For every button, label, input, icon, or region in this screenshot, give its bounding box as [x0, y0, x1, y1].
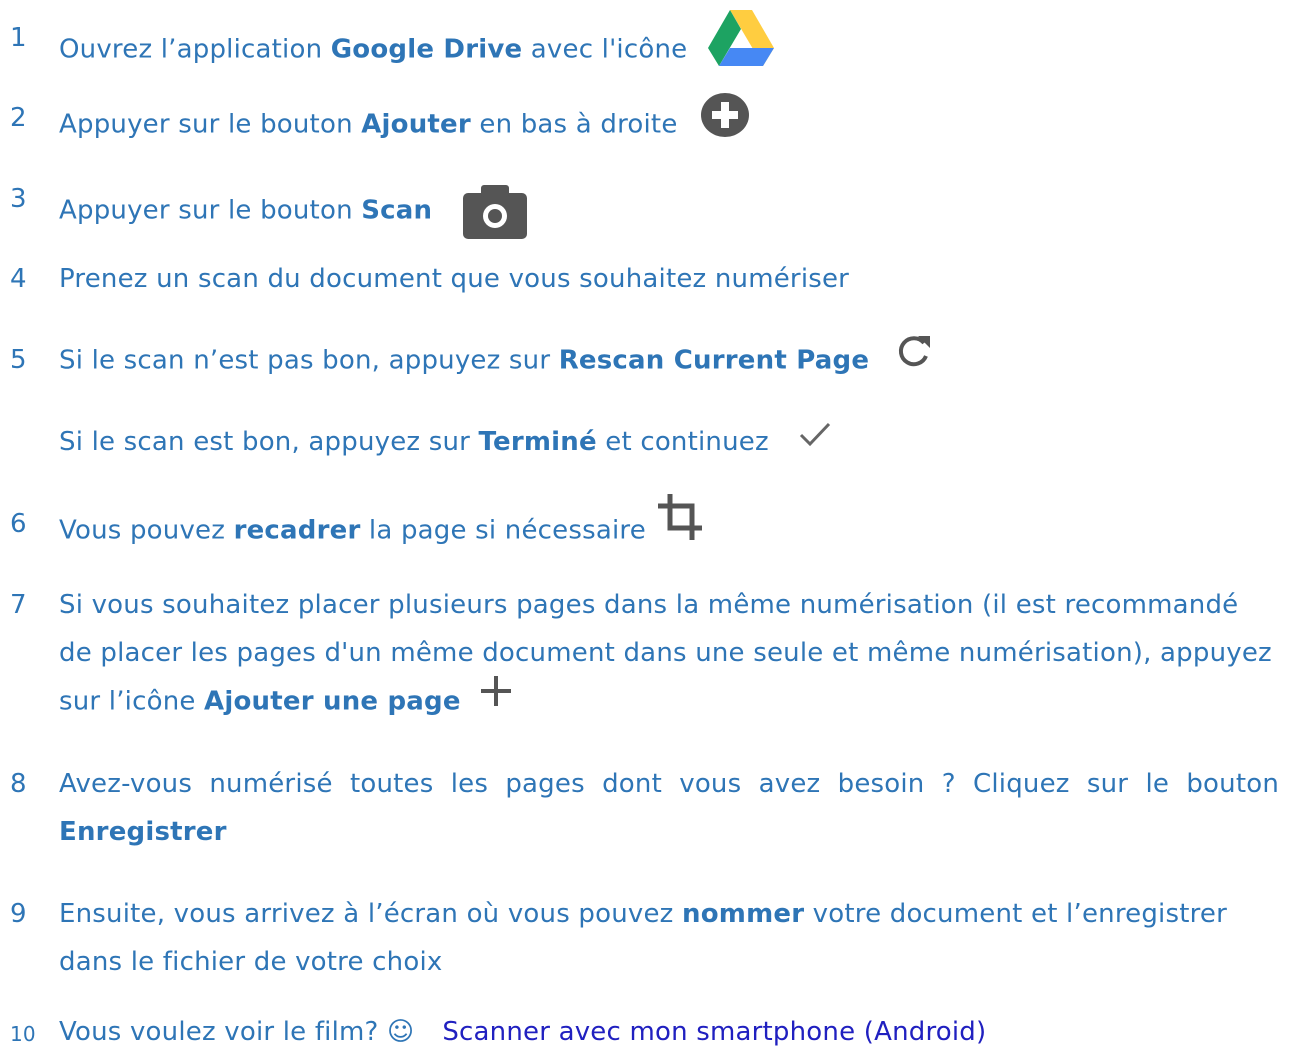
step-text: Ouvrez l’application Google Drive avec l… [59, 10, 1279, 86]
step-text: Appuyer sur le bouton Scan [59, 175, 1279, 247]
step-text: Si vous souhaitez placer plusieurs pages… [59, 581, 1279, 727]
step-number: 5 [10, 345, 27, 375]
step-text: Vous pouvez recadrer la page si nécessai… [59, 494, 1279, 562]
step-number: 1 [10, 23, 27, 53]
step-text: Appuyer sur le bouton Ajouter en bas à d… [59, 92, 1279, 156]
plus-icon [479, 674, 513, 724]
google-drive-icon [707, 10, 774, 82]
step-number: 4 [10, 264, 27, 294]
step-number: 7 [10, 590, 27, 620]
checkmark-icon [799, 415, 831, 463]
step-text: Ensuite, vous arrivez à l’écran où vous … [59, 899, 1227, 977]
step-number: 6 [10, 509, 27, 539]
step-number: 9 [10, 899, 27, 929]
step-text: Si le scan n’est pas bon, appuyez sur Re… [59, 336, 1279, 386]
step-number: 3 [10, 184, 27, 214]
refresh-icon [896, 334, 932, 384]
camera-icon [462, 183, 527, 255]
plus-circle-icon [700, 92, 750, 154]
crop-icon [658, 494, 703, 556]
step-text: Si le scan est bon, appuyez sur Terminé … [59, 418, 1279, 467]
android-video-link[interactable]: Scanner avec mon smartphone (Android) [442, 1017, 986, 1047]
step-number: 8 [10, 769, 27, 799]
step-text: Avez-vous numérisé toutes les pages dont… [59, 769, 1279, 847]
step-text: Vous voulez voir le film? ☺ Scanner avec … [59, 1017, 987, 1047]
step-number: 2 [10, 103, 27, 133]
step-number: 10 [10, 1022, 36, 1046]
step-text: Prenez un scan du document que vous souh… [59, 264, 850, 294]
